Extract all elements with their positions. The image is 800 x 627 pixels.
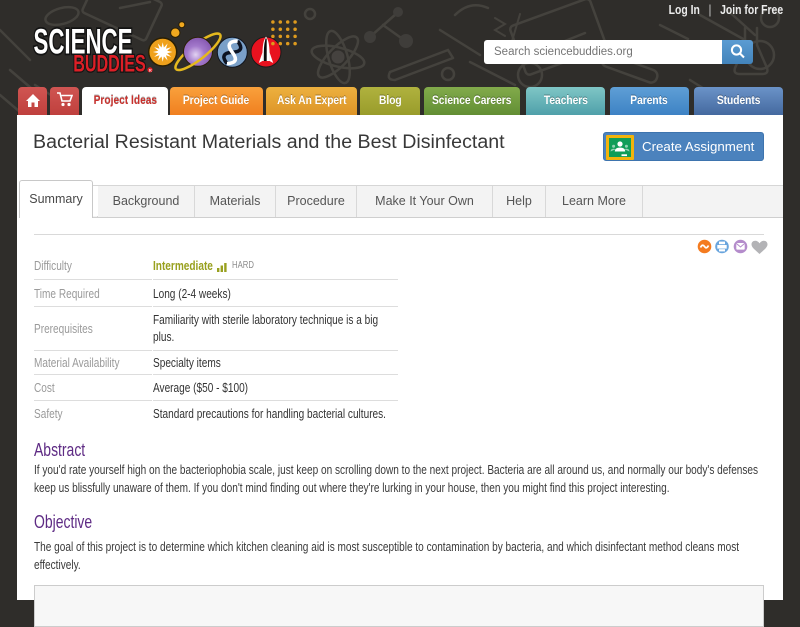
svg-text:BUDDIES: BUDDIES (73, 50, 146, 77)
svg-text:R: R (149, 68, 152, 73)
